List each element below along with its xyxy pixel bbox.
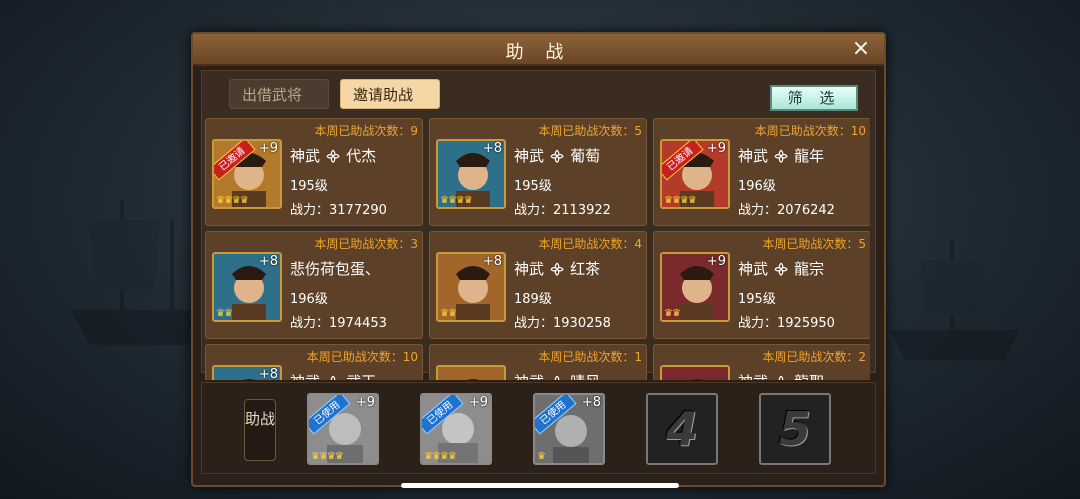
assist-slot-1[interactable]: 已使用 +9 ♛♛♛♛ bbox=[307, 393, 379, 465]
player-name: 神武 ᯽ 晴风 bbox=[514, 371, 600, 380]
filter-button[interactable]: 筛 选 bbox=[770, 85, 858, 111]
general-portrait: 已邀请 +9 ♛♛♛♛ bbox=[660, 139, 730, 209]
assist-slot-3[interactable]: 已使用 +8 ♛ bbox=[533, 393, 605, 465]
general-portrait bbox=[436, 365, 506, 380]
enhance-level: +8 bbox=[581, 395, 601, 410]
general-portrait: +8 ♛♛ bbox=[212, 252, 282, 322]
player-name: 神武 ᯽ 代杰 bbox=[290, 147, 377, 165]
player-level: 189级 bbox=[514, 292, 552, 307]
player-level: 195级 bbox=[514, 179, 552, 194]
helper-card[interactable]: 本周已助战次数：5 +8 ♛♛♛♛ 神武 ᯽ 葡萄 195级 战力：211392… bbox=[429, 118, 647, 226]
star-rank: ♛♛♛♛ bbox=[664, 195, 697, 206]
helper-card[interactable]: 本周已助战次数：9 已邀请 +9 ♛♛♛♛ 神武 ᯽ 代杰 195级 战力：31… bbox=[205, 118, 423, 226]
player-name: 神武 ᯽ 龍宗 bbox=[738, 260, 825, 278]
weekly-assist-count: 本周已助战次数：5 bbox=[538, 124, 642, 138]
background-ship-right bbox=[890, 240, 1020, 360]
general-portrait: 已邀请 +9 ♛♛♛♛ bbox=[212, 139, 282, 209]
assist-lineup-bar: 助战 已使用 +9 ♛♛♛♛ 已使用 +9 ♛♛♛♛ 已使用 +8 ♛ 4 5 bbox=[201, 382, 876, 474]
player-name: 神武 ᯽ 龍年 bbox=[738, 147, 825, 165]
helper-card[interactable]: 本周已助战次数：3 +8 ♛♛ 悲伤荷包蛋、 196级 战力：1974453 bbox=[205, 231, 423, 339]
player-name: 悲伤荷包蛋、 bbox=[290, 260, 381, 278]
helper-card[interactable]: 本周已助战次数：2 神武 ᯽ 龍聖 bbox=[653, 344, 870, 380]
player-name: 神武 ᯽ 葡萄 bbox=[514, 147, 601, 165]
star-rank: ♛♛ bbox=[664, 308, 681, 319]
dialog-title: 助 战 bbox=[505, 42, 572, 63]
general-portrait-icon bbox=[662, 367, 728, 380]
helper-card[interactable]: 本周已助战次数：1 神武 ᯽ 晴风 bbox=[429, 344, 647, 380]
weekly-assist-count: 本周已助战次数：10 bbox=[754, 124, 866, 138]
enhance-level: +9 bbox=[706, 141, 726, 156]
weekly-assist-count: 本周已助战次数：1 bbox=[538, 350, 642, 364]
assist-label: 助战 bbox=[244, 399, 276, 461]
player-power: 战力：3177290 bbox=[290, 203, 387, 218]
weekly-assist-count: 本周已助战次数：10 bbox=[306, 350, 418, 364]
star-rank: ♛ bbox=[537, 451, 546, 462]
player-level: 195级 bbox=[738, 292, 776, 307]
star-rank: ♛♛♛♛ bbox=[216, 195, 249, 206]
star-rank: ♛♛♛♛ bbox=[424, 451, 457, 462]
weekly-assist-count: 本周已助战次数：4 bbox=[538, 237, 642, 251]
helper-card[interactable]: 本周已助战次数：10 已邀请 +9 ♛♛♛♛ 神武 ᯽ 龍年 196级 战力：2… bbox=[653, 118, 870, 226]
enhance-level: +8 bbox=[258, 367, 278, 380]
general-portrait: +9 ♛♛ bbox=[660, 252, 730, 322]
star-rank: ♛♛♛♛ bbox=[440, 195, 473, 206]
assist-battle-dialog: 助 战 × 出借武将 邀请助战 筛 选 本周已助战次数：9 已邀请 +9 ♛♛♛… bbox=[191, 32, 886, 487]
player-name: 神武 ᯽ 龍聖 bbox=[738, 371, 824, 380]
helper-card[interactable]: 本周已助战次数：10 +8 神武 ᯽ 武王 bbox=[205, 344, 423, 380]
home-indicator[interactable] bbox=[401, 483, 679, 488]
player-name: 神武 ᯽ 红茶 bbox=[514, 260, 601, 278]
enhance-level: +8 bbox=[482, 254, 502, 269]
weekly-assist-count: 本周已助战次数：2 bbox=[762, 350, 866, 364]
weekly-assist-count: 本周已助战次数：9 bbox=[314, 124, 418, 138]
enhance-level: +8 bbox=[482, 141, 502, 156]
assist-slot-2[interactable]: 已使用 +9 ♛♛♛♛ bbox=[420, 393, 492, 465]
player-power: 战力：1930258 bbox=[514, 316, 611, 331]
tab-lend-generals[interactable]: 出借武将 bbox=[229, 79, 329, 109]
player-power: 战力：1974453 bbox=[290, 316, 387, 331]
player-level: 196级 bbox=[290, 292, 328, 307]
player-name: 神武 ᯽ 武王 bbox=[290, 371, 376, 380]
player-power: 战力：2076242 bbox=[738, 203, 835, 218]
player-power: 战力：1925950 bbox=[738, 316, 835, 331]
general-portrait bbox=[660, 365, 730, 380]
tab-invite-assist[interactable]: 邀请助战 bbox=[340, 79, 440, 109]
star-rank: ♛♛♛♛ bbox=[311, 451, 344, 462]
general-portrait: +8 bbox=[212, 365, 282, 380]
general-portrait: +8 ♛♛ bbox=[436, 252, 506, 322]
assist-slot-5[interactable]: 5 bbox=[759, 393, 831, 465]
general-portrait-icon bbox=[438, 367, 504, 380]
helper-card[interactable]: 本周已助战次数：4 +8 ♛♛ 神武 ᯽ 红茶 189级 战力：1930258 bbox=[429, 231, 647, 339]
general-portrait: +8 ♛♛♛♛ bbox=[436, 139, 506, 209]
star-rank: ♛♛ bbox=[216, 308, 233, 319]
enhance-level: +8 bbox=[258, 254, 278, 269]
assist-slot-4[interactable]: 4 bbox=[646, 393, 718, 465]
weekly-assist-count: 本周已助战次数：5 bbox=[762, 237, 866, 251]
enhance-level: +9 bbox=[706, 254, 726, 269]
enhance-level: +9 bbox=[258, 141, 278, 156]
player-level: 195级 bbox=[290, 179, 328, 194]
player-power: 战力：2113922 bbox=[514, 203, 611, 218]
helper-card[interactable]: 本周已助战次数：5 +9 ♛♛ 神武 ᯽ 龍宗 195级 战力：1925950 bbox=[653, 231, 870, 339]
enhance-level: +9 bbox=[468, 395, 488, 410]
player-level: 196级 bbox=[738, 179, 776, 194]
helper-list: 本周已助战次数：9 已邀请 +9 ♛♛♛♛ 神武 ᯽ 代杰 195级 战力：31… bbox=[205, 118, 870, 380]
close-icon[interactable]: × bbox=[850, 38, 872, 60]
weekly-assist-count: 本周已助战次数：3 bbox=[314, 237, 418, 251]
star-rank: ♛♛ bbox=[440, 308, 457, 319]
dialog-header: 助 战 × bbox=[193, 34, 884, 66]
enhance-level: +9 bbox=[355, 395, 375, 410]
